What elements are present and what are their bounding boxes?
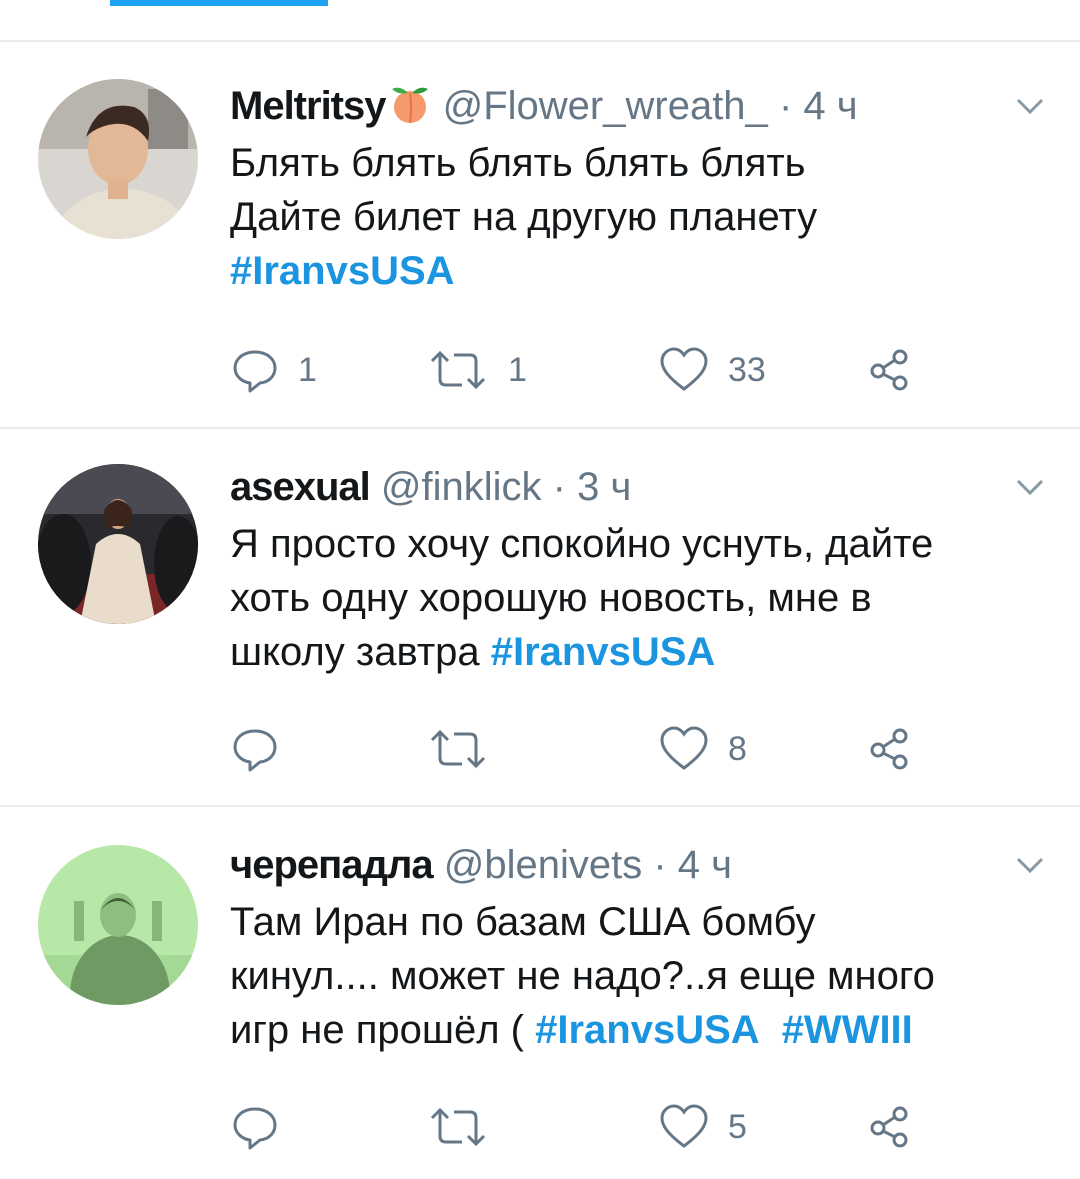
tweet-line: кинул.... может не надо?..я еще много xyxy=(230,954,935,998)
tweet-line: Блять блять блять блять блять xyxy=(230,141,806,185)
tweet-text: Я просто хочу спокойно уснуть, дайте хот… xyxy=(230,517,1050,679)
tweet-line: хоть одну хорошую новость, мне в xyxy=(230,576,872,620)
heart-icon xyxy=(660,347,708,391)
tweet-actions: 5 xyxy=(230,1102,950,1152)
like-count: 8 xyxy=(728,729,747,768)
user-handle[interactable]: @finklick xyxy=(381,465,542,509)
avatar[interactable] xyxy=(38,79,198,239)
tweet-text: Там Иран по базам США бомбу кинул.... мо… xyxy=(230,895,1050,1057)
hashtag-link[interactable]: #IranvsUSA xyxy=(230,249,455,293)
tweet-text: Блять блять блять блять блять Дайте биле… xyxy=(230,136,1050,298)
timestamp[interactable]: 3 ч xyxy=(577,465,631,509)
like-button[interactable]: 33 xyxy=(658,345,766,395)
chevron-down-icon[interactable] xyxy=(1010,851,1050,881)
tweet-actions: 8 xyxy=(230,724,950,774)
user-handle[interactable]: @Flower_wreath_ xyxy=(443,84,768,128)
display-name[interactable]: asexual xyxy=(230,465,371,509)
chevron-down-icon[interactable] xyxy=(1010,473,1050,503)
reply-icon xyxy=(233,350,277,393)
tweet-line: школу завтра xyxy=(230,630,491,674)
reply-icon xyxy=(233,1107,277,1150)
share-button[interactable] xyxy=(866,724,916,774)
tweet[interactable]: asexual @finklick · 3 ч Я просто хочу сп… xyxy=(0,429,1080,807)
avatar[interactable] xyxy=(38,464,198,624)
hashtag-link[interactable]: #IranvsUSA xyxy=(535,1008,760,1052)
share-button[interactable] xyxy=(866,345,916,395)
avatar[interactable] xyxy=(38,845,198,1005)
display-name[interactable]: Meltritsy xyxy=(230,84,386,128)
share-button[interactable] xyxy=(866,1102,916,1152)
reply-button[interactable]: 1 xyxy=(230,345,317,395)
peach-icon xyxy=(388,83,432,136)
tweet-actions: 1 1 33 xyxy=(230,345,950,395)
heart-icon xyxy=(660,1104,708,1148)
tweet-header: asexual @finklick · 3 ч xyxy=(230,463,631,511)
separator-dot: · xyxy=(653,843,667,887)
like-button[interactable]: 8 xyxy=(658,724,747,774)
tweet-header: Meltritsy @Flower_wreath_ · 4 ч xyxy=(230,82,858,136)
tweet-line: Я просто хочу спокойно уснуть, дайте xyxy=(230,522,934,566)
user-handle[interactable]: @blenivets xyxy=(444,843,642,887)
like-count: 33 xyxy=(728,350,766,389)
display-name[interactable]: черепадла xyxy=(230,843,434,887)
tweet-line: Там Иран по базам США бомбу xyxy=(230,900,816,944)
timestamp[interactable]: 4 ч xyxy=(678,843,732,887)
retweet-icon xyxy=(430,1107,486,1147)
retweet-count: 1 xyxy=(508,350,527,389)
retweet-button[interactable] xyxy=(426,724,508,774)
active-tab-indicator xyxy=(110,0,328,6)
share-icon xyxy=(870,349,908,391)
separator-dot: · xyxy=(552,465,566,509)
reply-icon xyxy=(233,729,277,772)
tweet[interactable]: Meltritsy @Flower_wreath_ · 4 ч Блять бл… xyxy=(0,42,1080,429)
tweet-line: Дайте билет на другую планету xyxy=(230,195,818,239)
timestamp[interactable]: 4 ч xyxy=(803,84,857,128)
tweet[interactable]: черепадла @blenivets · 4 ч Там Иран по б… xyxy=(0,807,1080,1179)
reply-button[interactable] xyxy=(230,1102,298,1152)
reply-count: 1 xyxy=(298,350,317,389)
tweet-header: черепадла @blenivets · 4 ч xyxy=(230,841,732,889)
retweet-button[interactable]: 1 xyxy=(426,345,527,395)
chevron-down-icon[interactable] xyxy=(1010,92,1050,122)
like-count: 5 xyxy=(728,1107,747,1146)
retweet-button[interactable] xyxy=(426,1102,508,1152)
share-icon xyxy=(870,728,908,770)
hashtag-link[interactable]: #IranvsUSA xyxy=(491,630,716,674)
share-icon xyxy=(870,1106,908,1148)
separator-dot: · xyxy=(778,84,793,128)
hashtag-link[interactable]: #WWIII xyxy=(782,1008,913,1052)
top-tab-bar xyxy=(0,0,1080,42)
tweet-line: игр не прошёл ( xyxy=(230,1008,536,1052)
retweet-icon xyxy=(430,350,486,390)
like-button[interactable]: 5 xyxy=(658,1102,747,1152)
heart-icon xyxy=(660,726,708,770)
reply-button[interactable] xyxy=(230,724,298,774)
retweet-icon xyxy=(430,729,486,769)
